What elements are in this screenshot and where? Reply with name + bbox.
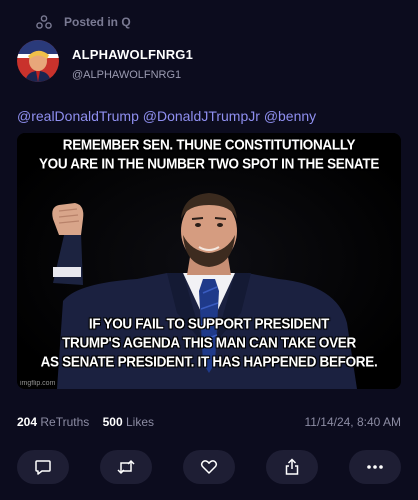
posted-in-label: Posted in Q [64,15,131,29]
retruths-stat[interactable]: 204 ReTruths [17,415,89,429]
mention-link[interactable]: @DonaldJTrumpJr [143,108,260,124]
meme-caption-line: REMEMBER SEN. THUNE CONSTITUTIONALLY [62,136,356,153]
posted-in-context[interactable]: Posted in Q [36,15,131,29]
mention-link[interactable]: @realDonaldTrump [17,108,139,124]
likes-count: 500 [102,415,123,429]
likes-label: Likes [126,415,155,429]
mention-link[interactable]: @benny [264,108,316,124]
meme-caption-line: TRUMP'S AGENDA THIS MAN CAN TAKE OVER [62,334,356,351]
more-button[interactable] [349,450,401,484]
post-text: @realDonaldTrump @DonaldJTrumpJr @benny [17,108,316,124]
meme-caption-line: IF YOU FAIL TO SUPPORT PRESIDENT [88,315,330,332]
post-image[interactable]: REMEMBER SEN. THUNE CONSTITUTIONALLY YOU… [17,133,401,389]
meme-bottom-caption: IF YOU FAIL TO SUPPORT PRESIDENT TRUMP'S… [17,314,401,371]
like-button[interactable] [183,450,235,484]
group-icon [36,15,52,29]
likes-stat[interactable]: 500 Likes [103,415,154,429]
post-stats: 204 ReTruths 500 Likes [17,415,164,429]
share-icon [283,458,301,476]
retruths-label: ReTruths [40,415,90,429]
meme-caption-line: AS SENATE PRESIDENT. IT HAS HAPPENED BEF… [40,353,378,370]
share-button[interactable] [266,450,318,484]
more-icon [366,464,384,470]
meme-top-caption: REMEMBER SEN. THUNE CONSTITUTIONALLY YOU… [17,135,401,173]
action-bar [17,450,401,484]
post-timestamp[interactable]: 11/14/24, 8:40 AM [304,415,401,429]
author-handle[interactable]: @ALPHAWOLFNRG1 [72,69,181,81]
retruth-button[interactable] [100,450,152,484]
author-display-name[interactable]: ALPHAWOLFNRG1 [72,47,193,62]
reply-button[interactable] [17,450,69,484]
repost-icon [116,458,136,476]
meme-caption-line: YOU ARE IN THE NUMBER TWO SPOT IN THE SE… [38,155,380,172]
retruths-count: 204 [17,415,38,429]
avatar[interactable] [17,40,59,82]
heart-icon [200,458,218,476]
comment-icon [34,458,52,476]
image-watermark: imgflip.com [20,380,56,387]
